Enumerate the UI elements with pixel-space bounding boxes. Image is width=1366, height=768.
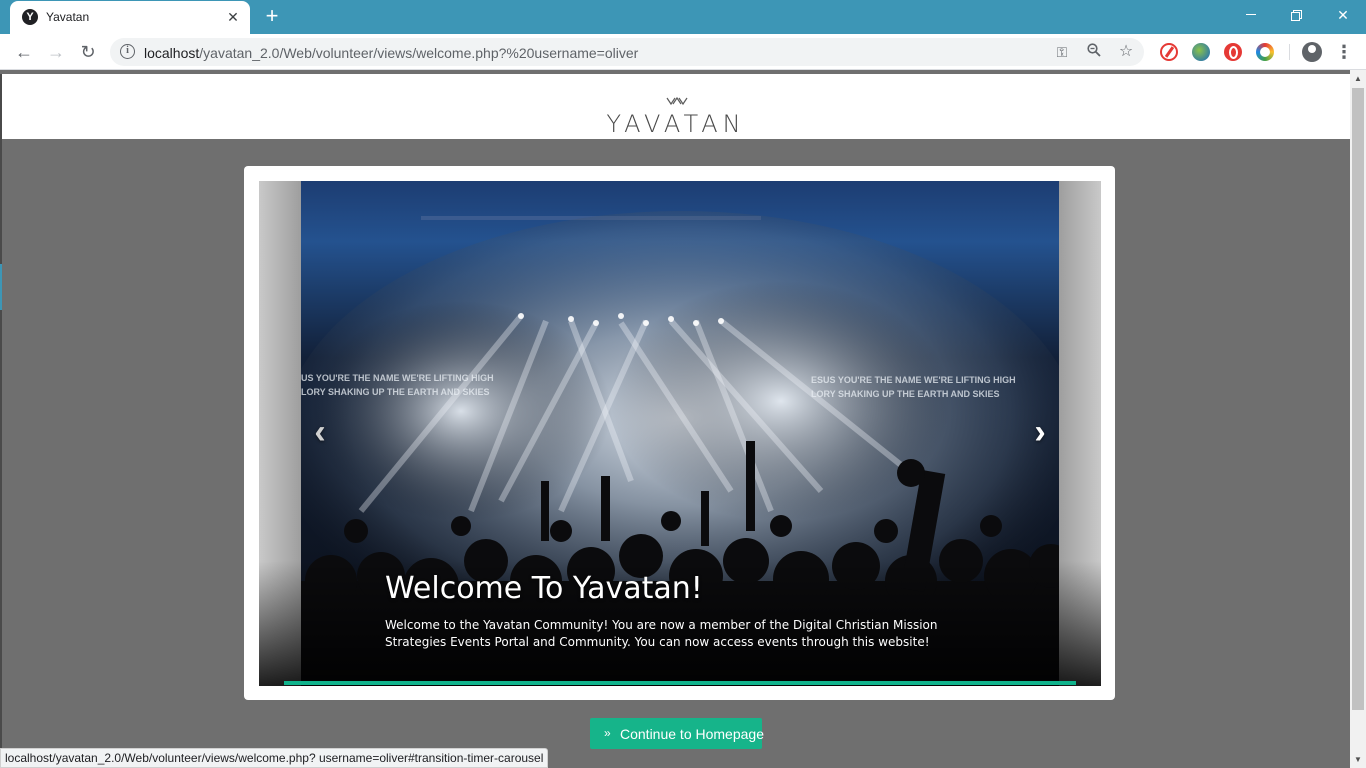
scroll-up-icon[interactable]: ▲ [1354,74,1362,83]
slide-description: Welcome to the Yavatan Community! You ar… [385,618,938,649]
site-header: YAVATAN [2,74,1350,139]
minimize-button[interactable] [1228,0,1274,30]
back-button[interactable]: ← [11,39,37,65]
continue-button-label: Continue to Homepage [620,726,764,742]
carousel-next-button[interactable]: › [1025,415,1055,449]
svg-text:ESUS YOU'RE THE NAME WE'RE LIF: ESUS YOU'RE THE NAME WE'RE LIFTING HIGH [811,375,1016,385]
forward-button[interactable]: → [43,39,69,65]
page-viewport: YAVATAN US YOU'RE THE NAME WE'RE LIFTING… [0,74,1350,768]
slide-title: Welcome To Yavatan! [385,571,703,606]
extension-opera-icon[interactable] [1224,43,1242,61]
continue-to-homepage-button[interactable]: » Continue to Homepage [590,718,764,749]
browser-titlebar: Y Yavatan ✕ + ✕ [0,0,1366,34]
svg-text:US YOU'RE THE NAME WE'RE LIFTI: US YOU'RE THE NAME WE'RE LIFTING HIGH [301,373,494,383]
reload-button[interactable]: ↻ [75,39,101,65]
new-tab-button[interactable]: + [260,5,284,29]
site-logo-text[interactable]: YAVATAN [2,110,1350,138]
tab-close-icon[interactable]: ✕ [224,8,242,26]
carousel-timer-bar [284,681,1076,685]
left-edge-accent [0,264,2,310]
address-bar[interactable]: i localhost/yavatan_2.0/Web/volunteer/vi… [110,38,1144,66]
page-scrollbar[interactable]: ▲ ▼ [1350,70,1366,768]
browser-toolbar: ← → ↻ i localhost/yavatan_2.0/Web/volunt… [0,34,1366,70]
yavatan-logo-icon [666,96,688,106]
extension-compass-icon[interactable] [1160,43,1178,61]
star-icon[interactable]: ☆ [1116,42,1136,62]
more-vert-icon[interactable]: ⋮ [1334,40,1354,64]
info-icon[interactable]: i [120,44,135,59]
yavatan-favicon-icon: Y [22,9,38,25]
scroll-down-icon[interactable]: ▼ [1354,755,1362,764]
url-text[interactable]: localhost/yavatan_2.0/Web/volunteer/view… [144,45,638,61]
svg-text:LORY SHAKING UP THE EARTH AND: LORY SHAKING UP THE EARTH AND SKIES [301,387,490,397]
browser-tab[interactable]: Y Yavatan ✕ [10,1,250,34]
key-icon[interactable]: ⚿ [1052,42,1072,62]
link-status-bubble: localhost/yavatan_2.0/Web/volunteer/view… [0,748,549,768]
account-icon[interactable] [1302,42,1322,62]
restore-button[interactable] [1274,0,1320,30]
scroll-thumb[interactable] [1352,88,1364,710]
toolbar-divider [1289,44,1290,60]
welcome-card: US YOU'RE THE NAME WE'RE LIFTING HIGH LO… [244,166,1115,700]
transition-timer-carousel: US YOU'RE THE NAME WE'RE LIFTING HIGH LO… [259,181,1101,686]
extension-color-icon[interactable] [1256,43,1274,61]
zoom-icon[interactable] [1084,42,1104,62]
tab-title: Yavatan [46,10,90,24]
svg-text:LORY SHAKING UP THE EARTH AND: LORY SHAKING UP THE EARTH AND SKIES [811,389,1000,399]
double-chevron-right-icon: » [604,726,611,740]
extension-globe-icon[interactable] [1192,43,1210,61]
close-window-button[interactable]: ✕ [1320,0,1366,30]
carousel-prev-button[interactable]: ‹ [305,415,335,449]
minimize-icon [1246,14,1256,15]
